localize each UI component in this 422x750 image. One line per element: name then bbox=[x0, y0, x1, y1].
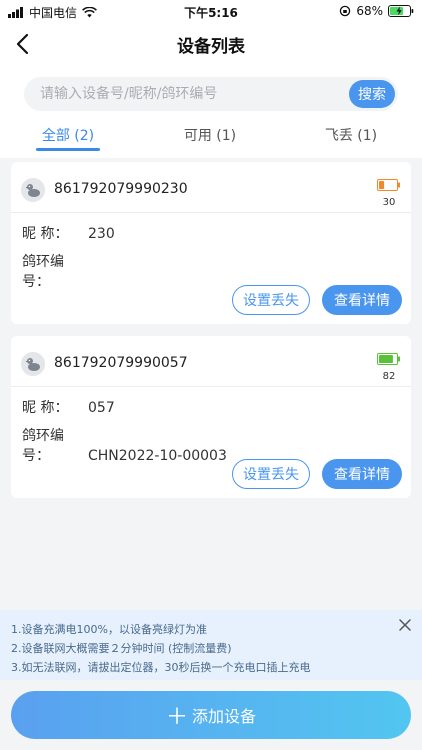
plus-icon: ＋ bbox=[165, 705, 188, 730]
device-imei: 861792079990230 bbox=[54, 181, 188, 197]
notice-line: 3.如无法联网，请拔出定位器，30秒后换一个充电口插上充电 bbox=[11, 661, 311, 674]
nickname-row: 昵 称： 057 bbox=[22, 397, 115, 417]
battery-value: 82 bbox=[382, 371, 396, 382]
battery-level-icon bbox=[377, 353, 400, 365]
add-device-button[interactable]: ＋添加设备 bbox=[11, 691, 411, 739]
status-bar: 中国电信 下午5:16 68% bbox=[0, 0, 422, 22]
search-input[interactable] bbox=[40, 77, 340, 111]
tab-active-indicator bbox=[36, 148, 100, 151]
notice-line: 1.设备充满电100%，以设备亮绿灯为准 bbox=[11, 623, 207, 636]
tab-available[interactable]: 可用 (1) bbox=[150, 125, 270, 145]
view-details-button[interactable]: 查看详情 bbox=[322, 285, 402, 315]
nickname-value: 057 bbox=[88, 400, 115, 416]
battery-level-icon bbox=[377, 179, 400, 191]
nickname-label: 昵 称： bbox=[22, 400, 69, 416]
notice-line: 2.设备联网大概需要２分钟时间 (控制流量费) bbox=[11, 642, 232, 655]
nickname-value: 230 bbox=[88, 226, 115, 242]
ring-row: 鸽环编号： CHN2022-10-00003 bbox=[22, 425, 227, 465]
pigeon-avatar-icon bbox=[21, 178, 45, 202]
set-lost-button[interactable]: 设置丢失 bbox=[232, 285, 310, 315]
ring-label: 鸽环编号： bbox=[22, 254, 64, 290]
tab-all[interactable]: 全部 (2) bbox=[8, 125, 128, 145]
view-details-button[interactable]: 查看详情 bbox=[322, 459, 402, 489]
device-card: 861792079990057 82 昵 称： 057 鸽环编号： CHN2022-… bbox=[11, 336, 411, 498]
battery-indicator: 30 bbox=[377, 176, 401, 208]
device-imei: 861792079990057 bbox=[54, 355, 188, 371]
pigeon-avatar-icon bbox=[21, 352, 45, 376]
header-area: 中国电信 下午5:16 68% 设备列表 请输入设备号/昵称/鸽环编号 搜索 全… bbox=[0, 0, 422, 158]
search-button[interactable]: 搜索 bbox=[349, 80, 395, 108]
battery-charging-icon bbox=[388, 5, 414, 17]
device-card: 861792079990230 30 昵 称： 230 鸽环编号： 设置丢失 查看… bbox=[11, 162, 411, 324]
ring-row: 鸽环编号： bbox=[22, 251, 88, 291]
battery-value: 30 bbox=[382, 197, 396, 208]
battery-percent: 68% bbox=[356, 4, 383, 18]
add-device-label: 添加设备 bbox=[192, 707, 257, 726]
close-icon[interactable] bbox=[398, 618, 412, 632]
ring-label: 鸽环编号： bbox=[22, 428, 64, 464]
notice-banner: 1.设备充满电100%，以设备亮绿灯为准 2.设备联网大概需要２分钟时间 (控制… bbox=[0, 610, 422, 680]
ring-value: CHN2022-10-00003 bbox=[88, 448, 227, 464]
orientation-lock-icon bbox=[340, 5, 351, 17]
page-title: 设备列表 bbox=[177, 37, 245, 57]
nickname-label: 昵 称： bbox=[22, 226, 69, 242]
set-lost-button[interactable]: 设置丢失 bbox=[232, 459, 310, 489]
nickname-row: 昵 称： 230 bbox=[22, 223, 115, 243]
tab-lost[interactable]: 飞丢 (1) bbox=[291, 125, 411, 145]
tab-bar: 全部 (2) 可用 (1) 飞丢 (1) bbox=[0, 121, 422, 151]
navigation-bar: 设备列表 bbox=[0, 26, 422, 62]
search-bar: 搜索 bbox=[24, 77, 398, 111]
battery-indicator: 82 bbox=[377, 350, 401, 382]
